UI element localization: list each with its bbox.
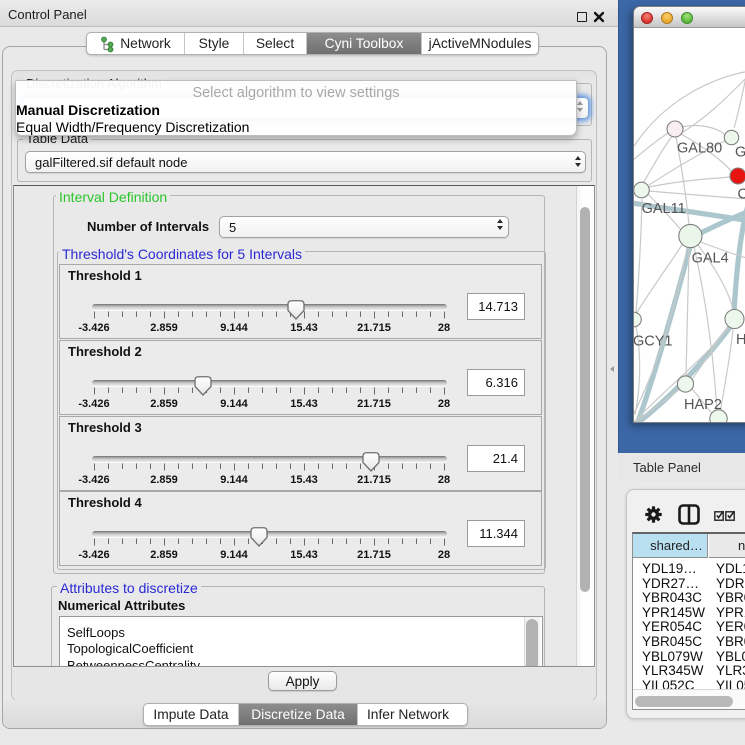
svg-text:HAP2: HAP2 (684, 397, 722, 413)
svg-text:GAL4: GAL4 (692, 251, 729, 267)
svg-text:CC: CC (738, 187, 745, 203)
svg-text:GA: GA (735, 145, 745, 161)
svg-text:GCY1: GCY1 (634, 334, 673, 350)
svg-text:GAL80: GAL80 (677, 141, 722, 157)
svg-text:GAL11: GAL11 (642, 201, 686, 217)
svg-text:HI: HI (736, 332, 745, 348)
